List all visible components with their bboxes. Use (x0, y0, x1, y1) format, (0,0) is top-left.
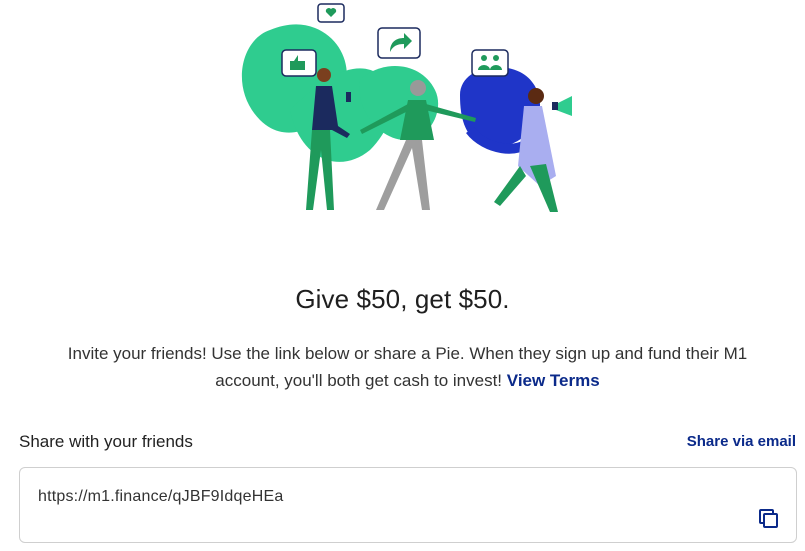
referral-link-value[interactable]: https://m1.finance/qJBF9IdqeHEa (38, 488, 283, 506)
referral-description-text: Invite your friends! Use the link below … (67, 344, 748, 390)
share-label: Share with your friends (19, 432, 193, 451)
share-arrow-icon (377, 27, 421, 59)
referral-illustration (230, 0, 590, 230)
share-via-email-link[interactable]: Share via email (687, 433, 796, 450)
copy-icon (759, 509, 778, 528)
megaphone-icon (552, 96, 572, 116)
copy-link-button[interactable] (758, 508, 780, 530)
thumbs-up-icon (281, 49, 317, 77)
referral-link-field[interactable]: https://m1.finance/qJBF9IdqeHEa (19, 467, 797, 543)
heart-icon (317, 3, 345, 23)
view-terms-link[interactable]: View Terms (507, 371, 600, 390)
people-icon (471, 49, 509, 77)
referral-description: Invite your friends! Use the link below … (40, 340, 775, 394)
page-title: Give $50, get $50. (295, 284, 510, 314)
